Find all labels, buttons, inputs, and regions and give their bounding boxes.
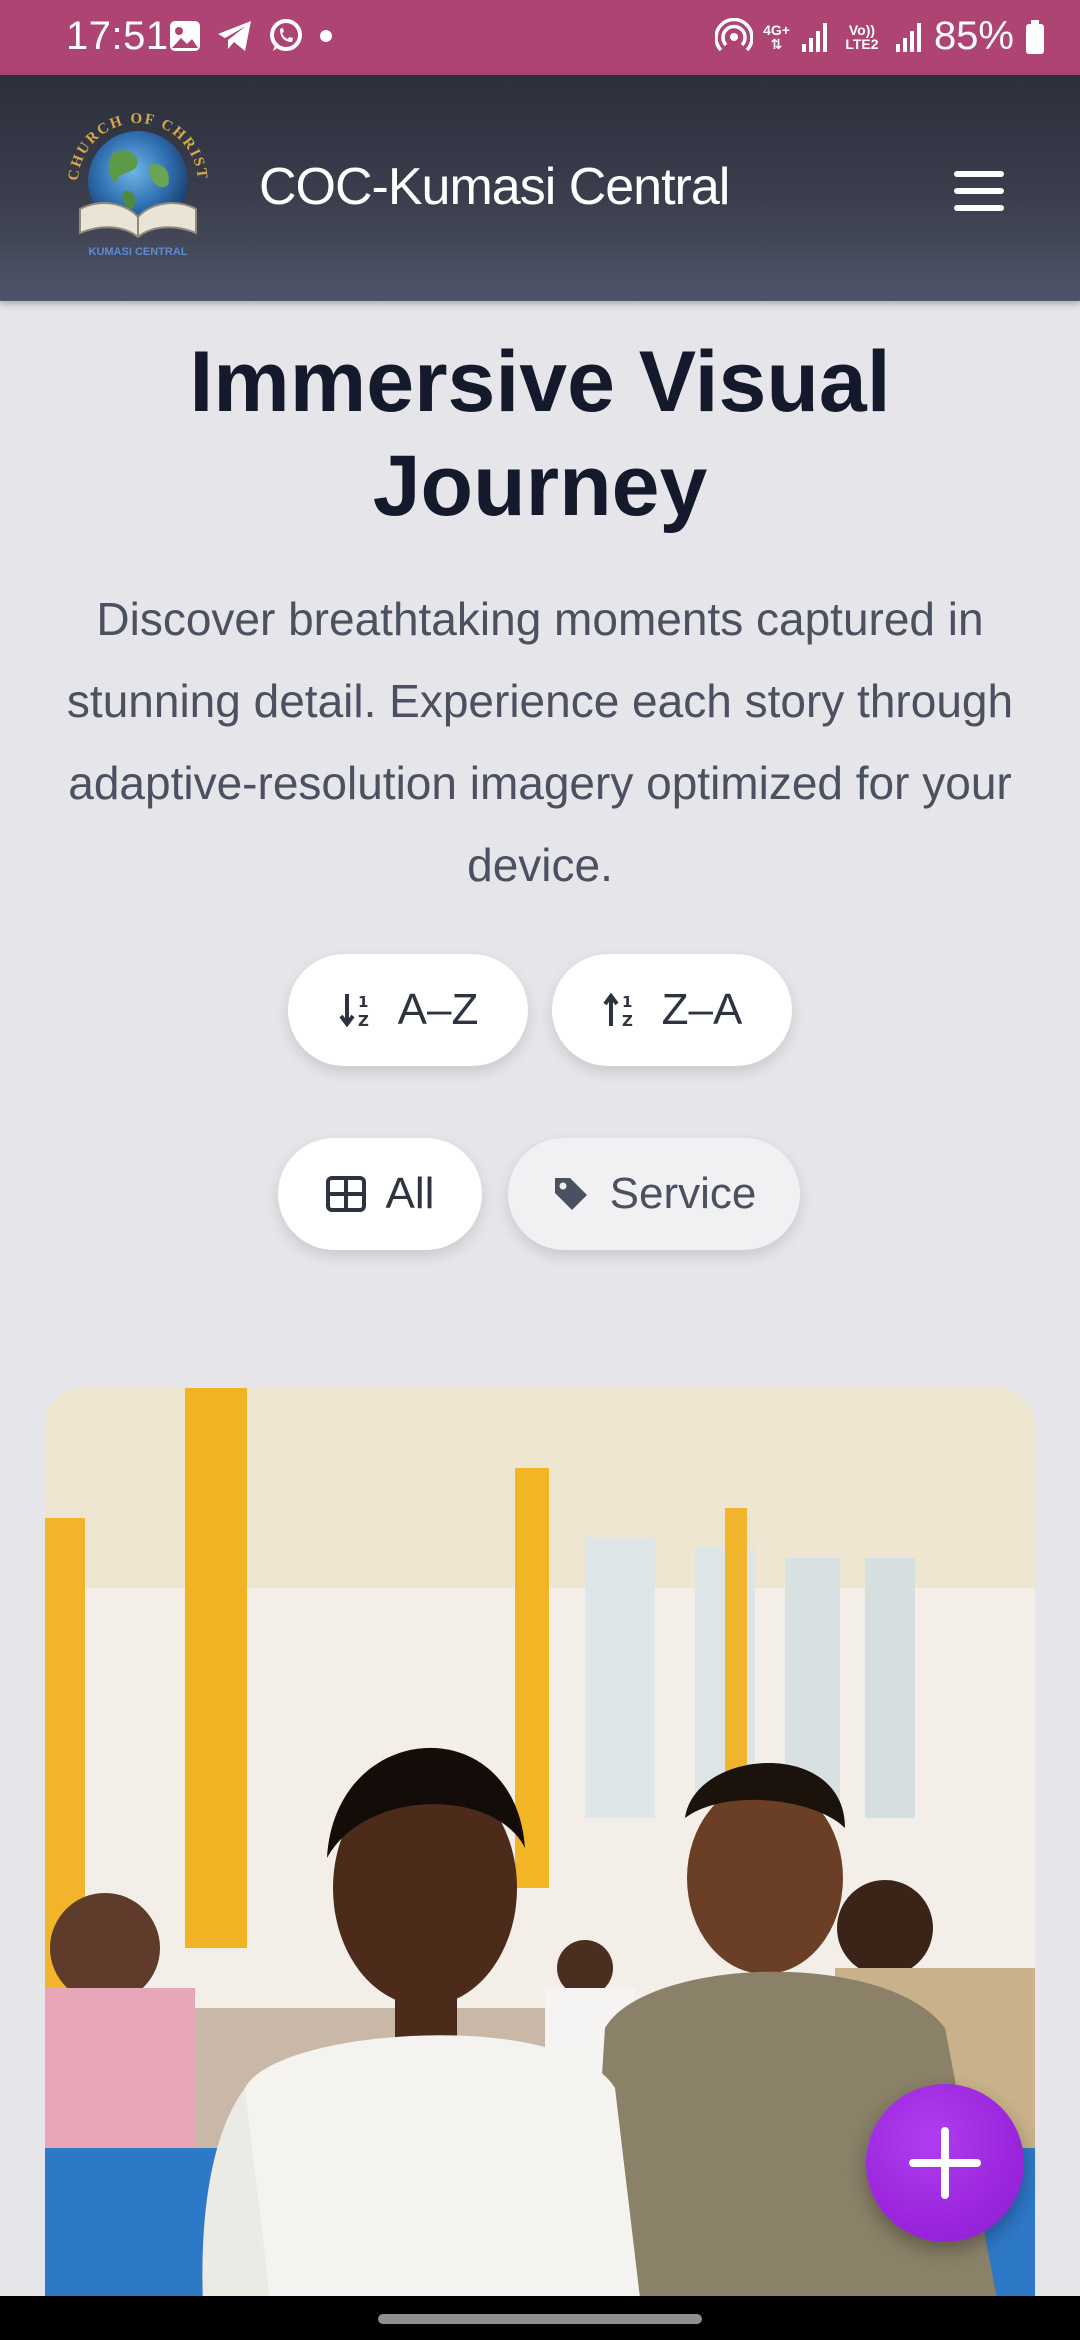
plus-icon [909,2127,981,2199]
site-header: CHURCH OF CHRIST KUMASI CENTRAL COC-Kuma… [0,75,1080,301]
grid-icon [325,1176,366,1212]
system-status: 4G+ ⇅ Vo)) LTE2 85% [715,14,1046,59]
site-title[interactable]: COC-Kumasi Central [259,157,730,217]
status-time: 17:51 [66,14,169,58]
hamburger-icon-bar [954,188,1004,194]
menu-button[interactable] [944,163,1016,219]
svg-text:1: 1 [358,993,368,1011]
add-button[interactable] [866,2084,1024,2242]
svg-text:Z: Z [622,1012,633,1030]
telegram-notification-icon [218,21,251,51]
filter-all-button[interactable]: All [278,1138,482,1250]
page-title: Immersive Visual Journey [189,334,891,534]
gallery-notification-icon [170,21,200,51]
volte-label: Vo)) LTE2 [845,21,879,52]
sort-asc-button[interactable]: 1 Z A–Z [288,954,528,1066]
hamburger-icon-bar [954,171,1004,177]
sort-desc-button[interactable]: 1 Z Z–A [552,954,792,1066]
battery-percentage: 85% [933,14,1014,58]
svg-text:Z: Z [358,1012,369,1030]
tag-icon [554,1178,587,1210]
more-notifications-dot-icon [320,30,332,42]
hamburger-icon-bar [954,205,1004,211]
svg-text:KUMASI CENTRAL: KUMASI CENTRAL [89,246,188,258]
church-logo[interactable]: CHURCH OF CHRIST KUMASI CENTRAL [58,105,218,265]
signal-strength-icon-1 [801,22,827,52]
sort-asc-label: A–Z [397,985,479,1034]
network-type-label: 4G+ ⇅ [763,21,790,52]
sort-desc-label: Z–A [661,985,743,1034]
status-bar: 17:51 4G+ ⇅ Vo)) LTE2 85% [0,0,1080,75]
hotspot-icon [715,17,754,51]
whatsapp-notification-icon [270,19,302,51]
signal-strength-icon-2 [895,22,921,52]
filter-service-button[interactable]: Service [508,1138,800,1250]
svg-text:1: 1 [622,993,632,1011]
page-description: Discover breathtaking moments captured i… [66,593,1014,891]
battery-icon [1026,19,1044,54]
notification-icons [168,18,334,54]
filter-service-label: Service [609,1169,757,1218]
filter-all-label: All [385,1169,435,1218]
sort-descending-icon: 1 Z [603,992,633,1030]
home-indicator[interactable] [378,2314,702,2324]
sort-ascending-icon: 1 Z [339,993,369,1030]
